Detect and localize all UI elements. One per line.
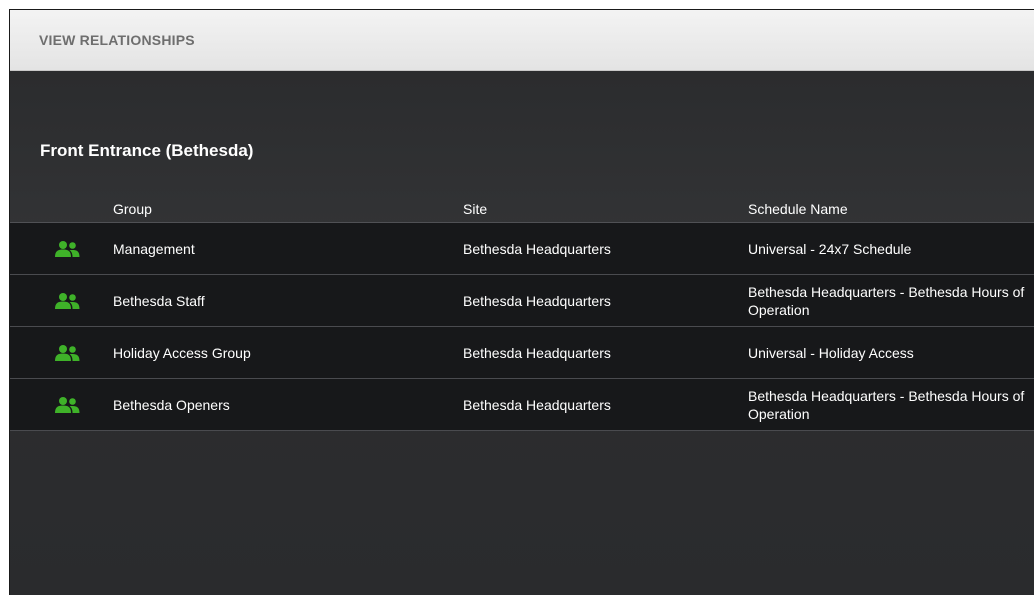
column-header-group[interactable]: Group bbox=[113, 201, 152, 217]
schedule-name: Bethesda Headquarters - Bethesda Hours o… bbox=[748, 283, 1025, 318]
window-title: VIEW RELATIONSHIPS bbox=[39, 32, 195, 48]
site-name: Bethesda Headquarters bbox=[463, 240, 611, 257]
view-relationships-window: VIEW RELATIONSHIPS Front Entrance (Bethe… bbox=[9, 9, 1034, 595]
table-row[interactable]: Bethesda Openers Bethesda Headquarters B… bbox=[10, 379, 1034, 431]
column-header-site[interactable]: Site bbox=[463, 201, 487, 217]
site-name: Bethesda Headquarters bbox=[463, 344, 611, 361]
group-name: Bethesda Staff bbox=[113, 292, 205, 309]
group-users-icon bbox=[55, 223, 85, 274]
door-title: Front Entrance (Bethesda) bbox=[40, 141, 254, 160]
table-row[interactable]: Holiday Access Group Bethesda Headquarte… bbox=[10, 327, 1034, 379]
table-row[interactable]: Bethesda Staff Bethesda Headquarters Bet… bbox=[10, 275, 1034, 327]
group-name: Management bbox=[113, 240, 195, 257]
group-users-icon bbox=[55, 327, 85, 378]
table-row[interactable]: Management Bethesda Headquarters Univers… bbox=[10, 223, 1034, 275]
relationships-table: Management Bethesda Headquarters Univers… bbox=[10, 223, 1034, 431]
relationships-panel: Front Entrance (Bethesda) Group Site Sch… bbox=[10, 71, 1034, 595]
group-users-icon bbox=[55, 275, 85, 326]
schedule-name: Universal - Holiday Access bbox=[748, 344, 914, 361]
window-header: VIEW RELATIONSHIPS bbox=[10, 10, 1034, 71]
schedule-name: Bethesda Headquarters - Bethesda Hours o… bbox=[748, 387, 1025, 422]
column-header-schedule-name[interactable]: Schedule Name bbox=[748, 201, 848, 217]
group-name: Bethesda Openers bbox=[113, 396, 230, 413]
group-users-icon bbox=[55, 379, 85, 430]
site-name: Bethesda Headquarters bbox=[463, 292, 611, 309]
site-name: Bethesda Headquarters bbox=[463, 396, 611, 413]
group-name: Holiday Access Group bbox=[113, 344, 251, 361]
schedule-name: Universal - 24x7 Schedule bbox=[748, 240, 912, 257]
